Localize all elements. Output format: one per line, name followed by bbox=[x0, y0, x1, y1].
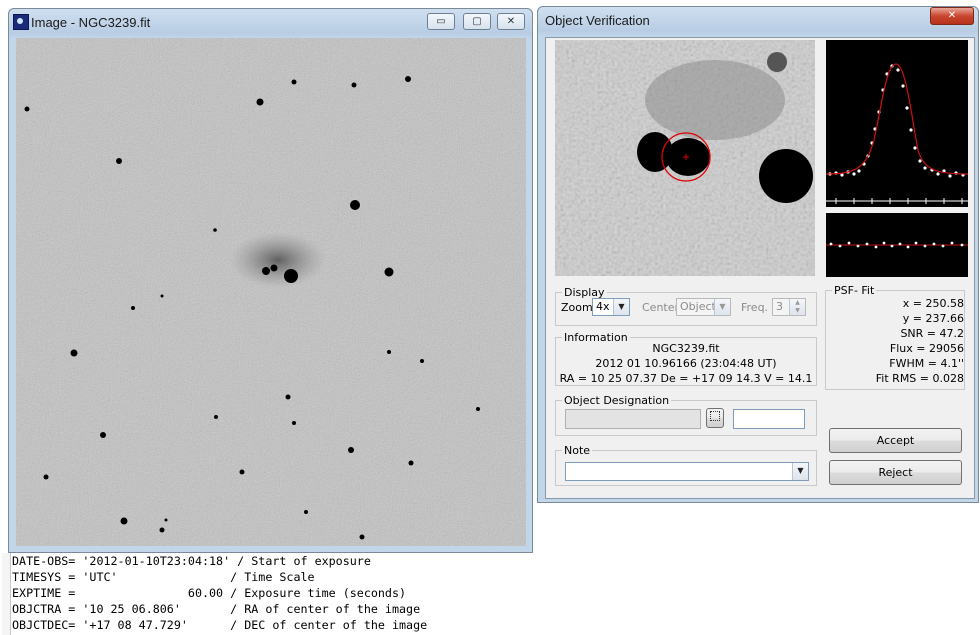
fits-header-list: DATE-OBS= '2012-01-10T23:04:18' / Start … bbox=[12, 553, 427, 633]
spinner-arrows-icon[interactable]: ▲ ▼ bbox=[789, 299, 805, 315]
freq-value: 3 bbox=[776, 300, 783, 313]
center-label: Center bbox=[642, 301, 680, 314]
chevron-down-icon[interactable]: ▼ bbox=[613, 299, 629, 315]
psf-profile-plot bbox=[826, 40, 968, 207]
verification-content: Display Zoom 4x ▼ Center Object ▼ Freq. … bbox=[545, 37, 975, 499]
info-filename: NGC3239.fit bbox=[652, 342, 720, 355]
note-legend: Note bbox=[564, 444, 591, 457]
designation-lookup-button[interactable] bbox=[706, 408, 724, 428]
zoom-value: 4x bbox=[596, 300, 610, 313]
designation-code-input[interactable] bbox=[733, 409, 805, 429]
zoom-label: Zoom bbox=[561, 301, 593, 314]
close-image-window-button[interactable]: ✕ bbox=[497, 13, 525, 30]
close-verification-button[interactable]: ✕ bbox=[930, 7, 974, 25]
image-window-titlebar[interactable]: Image - NGC3239.fit ▭ ▢ ✕ bbox=[9, 9, 532, 37]
psf-y: y = 237.66 bbox=[902, 312, 964, 325]
psf-fit-rms: Fit RMS = 0.028 bbox=[875, 372, 964, 385]
psf-fit-curve bbox=[826, 63, 968, 175]
astronomical-image-canvas[interactable] bbox=[16, 38, 526, 546]
psf-residual-plot bbox=[826, 213, 968, 277]
info-coordinates: RA = 10 25 07.37 De = +17 09 14.3 V = 14… bbox=[559, 372, 813, 385]
info-date: 2012 01 10.96166 (23:04:48 UT) bbox=[595, 357, 777, 370]
center-value: Object bbox=[680, 300, 716, 313]
zoom-select[interactable]: 4x ▼ bbox=[592, 298, 630, 316]
psf-snr: SNR = 47.2 bbox=[900, 327, 964, 340]
accept-button[interactable]: Accept bbox=[829, 428, 962, 453]
information-lines: NGC3239.fit 2012 01 10.96166 (23:04:48 U… bbox=[555, 342, 817, 386]
object-verification-window: Object Verification ✕ Display Zoom 4x ▼ … bbox=[537, 6, 979, 503]
designation-input[interactable] bbox=[565, 409, 701, 429]
chevron-down-icon[interactable]: ▼ bbox=[714, 299, 730, 315]
minimize-button[interactable]: ▭ bbox=[427, 13, 455, 30]
zoomed-star-preview bbox=[555, 40, 815, 276]
chevron-down-icon[interactable]: ▼ bbox=[792, 463, 808, 480]
freq-label: Freq. bbox=[741, 301, 769, 314]
verification-titlebar[interactable]: Object Verification ✕ bbox=[538, 7, 978, 35]
telescope-app-icon bbox=[13, 14, 29, 30]
psf-x: x = 250.58 bbox=[902, 297, 964, 310]
fits-header-line: OBJCTDEC= '+17 08 47.729' / DEC of cente… bbox=[12, 618, 428, 632]
reject-button[interactable]: Reject bbox=[829, 460, 962, 485]
verification-window-title: Object Verification bbox=[545, 13, 650, 28]
center-select[interactable]: Object ▼ bbox=[676, 298, 731, 316]
freq-spinner[interactable]: 3 ▲ ▼ bbox=[772, 298, 806, 316]
fits-header-line: TIMESYS = 'UTC' / Time Scale bbox=[12, 570, 315, 584]
psf-flux: Flux = 29056 bbox=[889, 342, 964, 355]
maximize-button[interactable]: ▢ bbox=[463, 13, 491, 30]
fits-header-line: DATE-OBS= '2012-01-10T23:04:18' / Start … bbox=[12, 554, 371, 568]
dotted-square-icon bbox=[710, 411, 720, 421]
header-panel-edge bbox=[2, 553, 11, 635]
psf-fit-legend: PSF- Fit bbox=[834, 284, 875, 297]
fits-header-line: EXPTIME = 60.00 / Exposure time (seconds… bbox=[12, 586, 407, 600]
image-window-title: Image - NGC3239.fit bbox=[31, 15, 151, 30]
psf-fwhm: FWHM = 4.1'' bbox=[889, 357, 964, 370]
image-window: Image - NGC3239.fit ▭ ▢ ✕ bbox=[8, 8, 533, 553]
note-select[interactable]: ▼ bbox=[565, 462, 809, 481]
fits-header-line: OBJCTRA = '10 25 06.806' / RA of center … bbox=[12, 602, 421, 616]
designation-legend: Object Designation bbox=[564, 394, 670, 407]
